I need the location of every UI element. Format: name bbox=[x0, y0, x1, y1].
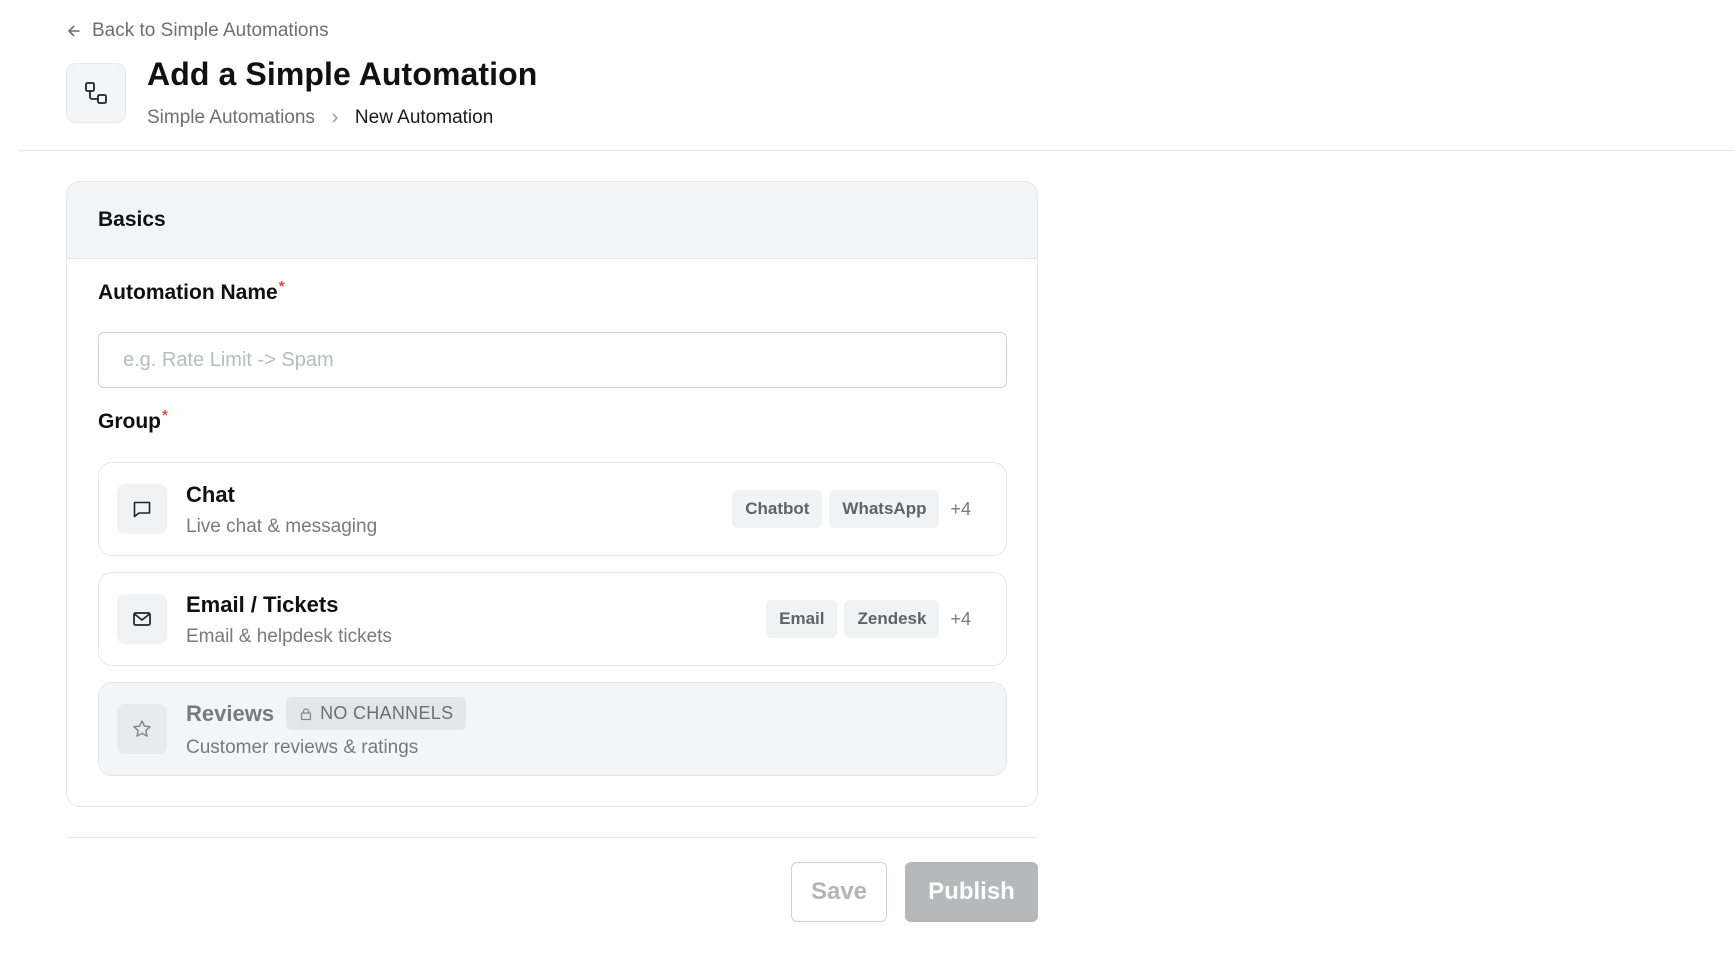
group-option-reviews: Reviews NO CHANNELS Customer reviews & r… bbox=[98, 682, 1007, 776]
message-square-icon bbox=[117, 484, 167, 534]
channel-tags: Chatbot WhatsApp +4 bbox=[732, 490, 971, 528]
automation-name-label-text: Automation Name bbox=[98, 281, 278, 304]
arrow-left-icon bbox=[68, 25, 80, 37]
card-title: Basics bbox=[98, 208, 166, 231]
required-mark: * bbox=[162, 407, 168, 424]
card-header: Basics bbox=[67, 182, 1037, 259]
chevron-right-icon bbox=[329, 112, 341, 124]
breadcrumb: Simple Automations New Automation bbox=[147, 107, 493, 129]
channel-tag: WhatsApp bbox=[829, 490, 940, 528]
automation-name-label: Automation Name* bbox=[98, 278, 285, 305]
more-channels-count: +4 bbox=[950, 608, 971, 629]
publish-button[interactable]: Publish bbox=[905, 862, 1038, 922]
group-option-chat[interactable]: Chat Live chat & messaging Chatbot Whats… bbox=[98, 462, 1007, 556]
email-tickets-title-text: Email / Tickets bbox=[186, 592, 339, 617]
group-option-description: Customer reviews & ratings bbox=[186, 737, 419, 758]
header-divider bbox=[18, 150, 1734, 151]
chat-title-text: Chat bbox=[186, 482, 235, 507]
automation-name-input[interactable] bbox=[98, 332, 1007, 388]
breadcrumb-parent-link[interactable]: Simple Automations bbox=[147, 107, 315, 129]
group-option-title: Reviews NO CHANNELS bbox=[186, 697, 467, 730]
no-channels-badge: NO CHANNELS bbox=[286, 697, 467, 730]
page-title: Add a Simple Automation bbox=[147, 56, 538, 92]
workflow-icon bbox=[85, 82, 107, 104]
footer-divider bbox=[66, 837, 1038, 838]
group-option-description: Email & helpdesk tickets bbox=[186, 626, 392, 647]
page: Back to Simple Automations Add a Simple … bbox=[0, 0, 1734, 959]
channel-tag: Zendesk bbox=[844, 600, 940, 638]
back-link-label: Back to Simple Automations bbox=[92, 20, 329, 41]
more-channels-count: +4 bbox=[950, 498, 971, 519]
reviews-title-text: Reviews bbox=[186, 700, 275, 726]
lock-icon bbox=[300, 707, 312, 720]
star-icon bbox=[117, 704, 167, 754]
channel-tags: Email Zendesk +4 bbox=[766, 600, 971, 638]
group-option-description: Live chat & messaging bbox=[186, 516, 378, 537]
basics-card: Basics Automation Name* Group* Chat Live… bbox=[66, 181, 1038, 807]
no-channels-label: NO CHANNELS bbox=[320, 703, 454, 723]
save-button[interactable]: Save bbox=[791, 862, 887, 922]
group-label: Group* bbox=[98, 407, 168, 434]
required-mark: * bbox=[278, 278, 285, 295]
mail-icon bbox=[117, 594, 167, 644]
back-link[interactable]: Back to Simple Automations bbox=[66, 20, 329, 42]
breadcrumb-current: New Automation bbox=[354, 107, 494, 128]
group-option-email-tickets[interactable]: Email / Tickets Email & helpdesk tickets… bbox=[98, 572, 1007, 666]
channel-tag: Chatbot bbox=[732, 490, 823, 528]
automation-icon-tile bbox=[66, 63, 126, 123]
channel-tag: Email bbox=[766, 600, 838, 638]
group-label-text: Group bbox=[98, 410, 161, 433]
group-option-title: Email / Tickets bbox=[186, 592, 338, 618]
group-option-title: Chat bbox=[186, 482, 235, 508]
